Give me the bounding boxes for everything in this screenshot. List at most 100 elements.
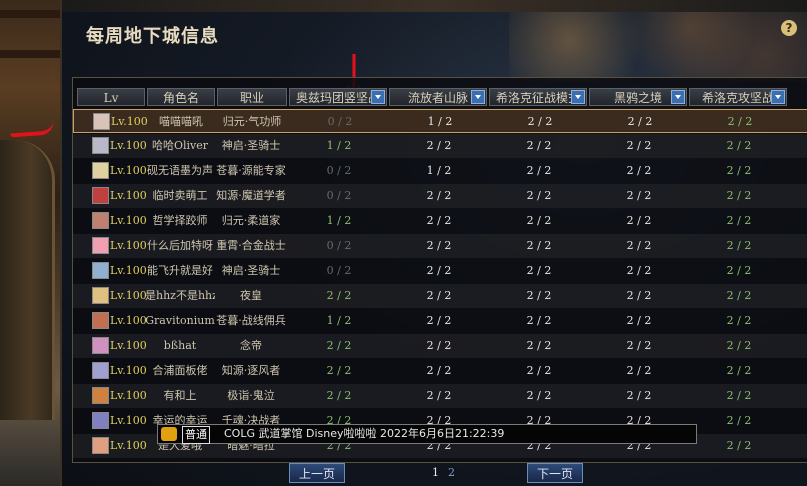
- help-icon[interactable]: ?: [781, 20, 797, 36]
- clear-count-cell: 2 / 2: [526, 389, 552, 402]
- clear-count-cell: 2 / 2: [626, 189, 652, 202]
- next-page-button[interactable]: 下一页: [527, 463, 583, 483]
- panel-top-border: [62, 0, 807, 12]
- level-cell: Lv.100: [110, 414, 147, 427]
- table-header: Lv 角色名 职业 奥兹玛团竖坚战 流放者山脉 希洛克征战模式 黑鸦之境 希洛克攻坚战: [73, 88, 807, 108]
- character-name-cell: 喵喵喵吼: [159, 115, 203, 128]
- dropdown-arrow-icon[interactable]: [571, 90, 585, 104]
- page-number-1[interactable]: 1: [432, 466, 439, 479]
- level-cell: Lv.100: [110, 214, 147, 227]
- character-name-cell: 哈哈Oliver: [151, 139, 209, 152]
- job-cell: 重霄·合金战士: [216, 239, 286, 252]
- clear-count-cell: 2 / 2: [526, 189, 552, 202]
- dropdown-arrow-icon[interactable]: [771, 90, 785, 104]
- table-row[interactable]: Lv.100 喵喵喵吼 归元·气功师 0 / 2 1 / 2 2 / 2 2 / 2 2 / …: [73, 109, 807, 133]
- dropdown-arrow-icon[interactable]: [471, 90, 485, 104]
- table-row[interactable]: Lv.100 有和上 极诣·鬼泣 2 / 2 2 / 2 2 / 2 2 / 2 2 / 2: [73, 384, 807, 408]
- dropdown-arrow-icon[interactable]: [371, 90, 385, 104]
- clear-count-cell: 2 / 2: [726, 139, 752, 152]
- dropdown-arrow-icon[interactable]: [671, 90, 685, 104]
- level-cell: Lv.100: [111, 115, 148, 128]
- character-avatar: [92, 262, 109, 279]
- table-row[interactable]: Lv.100 临时卖萌工 知源·魔道学者 0 / 2 2 / 2 2 / 2 2 / 2 2 …: [73, 184, 807, 208]
- table-row[interactable]: Lv.100 砚无语墨为声 苍暮·源能专家 0 / 2 1 / 2 2 / 2 2 / 2 2…: [73, 159, 807, 183]
- clear-count-cell: 2 / 2: [527, 115, 553, 128]
- clear-count-cell: 2 / 2: [626, 139, 652, 152]
- job-cell: 归元·气功师: [222, 115, 282, 128]
- table-row[interactable]: Lv.100 合浦面板佬 知源·逐风者 2 / 2 2 / 2 2 / 2 2 / 2 2 /…: [73, 359, 807, 383]
- clear-count-cell: 2 / 2: [726, 389, 752, 402]
- clear-count-cell: 1 / 2: [326, 314, 352, 327]
- clear-count-cell: 1 / 2: [326, 214, 352, 227]
- column-header-label: 希洛克征战模式: [495, 91, 580, 105]
- clear-count-cell: 2 / 2: [326, 289, 352, 302]
- character-avatar: [92, 362, 109, 379]
- level-cell: Lv.100: [110, 339, 147, 352]
- chat-message-text: COLG 武道掌馆 Disney啦啦啦 2022年6月6日21:22:39: [224, 427, 505, 440]
- job-cell: 归元·柔道家: [221, 214, 281, 227]
- table-row[interactable]: Lv.100 哈哈Oliver 神启·圣骑士 1 / 2 2 / 2 2 / 2 2 / 2…: [73, 134, 807, 158]
- table-row[interactable]: Lv.100 能飞升就是好 神启·圣骑士 0 / 2 2 / 2 2 / 2 2 / 2 2 …: [73, 259, 807, 283]
- clear-count-cell: 2 / 2: [526, 239, 552, 252]
- table-row[interactable]: Lv.100 Gravitonium 苍暮·战线佣兵 1 / 2 2 / 2 2 / 2 2…: [73, 309, 807, 333]
- level-cell: Lv.100: [110, 289, 147, 302]
- job-cell: 神启·圣骑士: [221, 139, 281, 152]
- job-cell: 神启·圣骑士: [221, 264, 281, 277]
- clear-count-cell: 2 / 2: [627, 115, 653, 128]
- clear-count-cell: 2 / 2: [726, 339, 752, 352]
- clear-count-cell: 2 / 2: [426, 139, 452, 152]
- column-header-7[interactable]: 希洛克攻坚战: [689, 88, 787, 106]
- clear-count-cell: 1 / 2: [426, 164, 452, 177]
- clear-count-cell: 0 / 2: [326, 189, 352, 202]
- column-header-label: 职业: [239, 91, 264, 105]
- character-avatar: [93, 113, 110, 130]
- character-name-cell: 是hhz不是hhz: [145, 289, 215, 302]
- clear-count-cell: 2 / 2: [526, 164, 552, 177]
- clear-count-cell: 2 / 2: [626, 289, 652, 302]
- clear-count-cell: 0 / 2: [326, 239, 352, 252]
- clear-count-cell: 2 / 2: [326, 364, 352, 377]
- door-decoration: [0, 140, 55, 420]
- clear-count-cell: 2 / 2: [726, 189, 752, 202]
- clear-count-cell: 2 / 2: [726, 239, 752, 252]
- column-header-4[interactable]: 流放者山脉: [389, 88, 487, 106]
- page-number-2[interactable]: 2: [448, 466, 455, 479]
- column-header-6[interactable]: 黑鸦之境: [589, 88, 687, 106]
- level-cell: Lv.100: [110, 264, 147, 277]
- prev-page-button[interactable]: 上一页: [289, 463, 345, 483]
- clear-count-cell: 2 / 2: [426, 189, 452, 202]
- clear-count-cell: 2 / 2: [626, 339, 652, 352]
- table-row[interactable]: Lv.100 哲学择跤师 归元·柔道家 1 / 2 2 / 2 2 / 2 2 / 2 2 /…: [73, 209, 807, 233]
- panel-title: 每周地下城信息: [86, 26, 219, 47]
- clear-count-cell: 2 / 2: [726, 364, 752, 377]
- column-header-label: 希洛克攻坚战: [701, 91, 774, 105]
- clear-count-cell: 2 / 2: [526, 264, 552, 277]
- table-row[interactable]: Lv.100 bßhat 念帝 2 / 2 2 / 2 2 / 2 2 / 2 2 / 2: [73, 334, 807, 358]
- character-avatar: [92, 187, 109, 204]
- clear-count-cell: 0 / 2: [327, 115, 353, 128]
- column-header-3[interactable]: 奥兹玛团竖坚战: [289, 88, 387, 106]
- clear-count-cell: 2 / 2: [526, 364, 552, 377]
- character-avatar: [92, 237, 109, 254]
- clear-count-cell: 2 / 2: [726, 314, 752, 327]
- column-header-2: 职业: [217, 88, 287, 106]
- chat-channel-tag[interactable]: 普通: [182, 426, 210, 444]
- clear-count-cell: 2 / 2: [726, 414, 752, 427]
- clear-count-cell: 2 / 2: [626, 239, 652, 252]
- clear-count-cell: 2 / 2: [326, 339, 352, 352]
- level-cell: Lv.100: [110, 164, 147, 177]
- table-row[interactable]: Lv.100 什么后加特呀 重霄·合金战士 0 / 2 2 / 2 2 / 2 2 / 2 2…: [73, 234, 807, 258]
- dungeon-table: Lv 角色名 职业 奥兹玛团竖坚战 流放者山脉 希洛克征战模式 黑鸦之境 希洛克攻坚战 Lv.…: [72, 77, 807, 463]
- character-name-cell: 合浦面板佬: [152, 364, 208, 377]
- clear-count-cell: 2 / 2: [726, 289, 752, 302]
- character-avatar: [92, 337, 109, 354]
- table-row[interactable]: Lv.100 是hhz不是hhz 夜皇 2 / 2 2 / 2 2 / 2 2 / 2 2 /…: [73, 284, 807, 308]
- chat-message-bar[interactable]: 普通 COLG 武道掌馆 Disney啦啦啦 2022年6月6日21:22:39: [157, 424, 697, 444]
- column-header-label: Lv: [103, 91, 119, 105]
- clear-count-cell: 2 / 2: [726, 164, 752, 177]
- column-header-5[interactable]: 希洛克征战模式: [489, 88, 587, 106]
- level-cell: Lv.100: [110, 239, 147, 252]
- clear-count-cell: 2 / 2: [626, 264, 652, 277]
- job-cell: 知源·逐风者: [221, 364, 281, 377]
- clear-count-cell: 2 / 2: [326, 389, 352, 402]
